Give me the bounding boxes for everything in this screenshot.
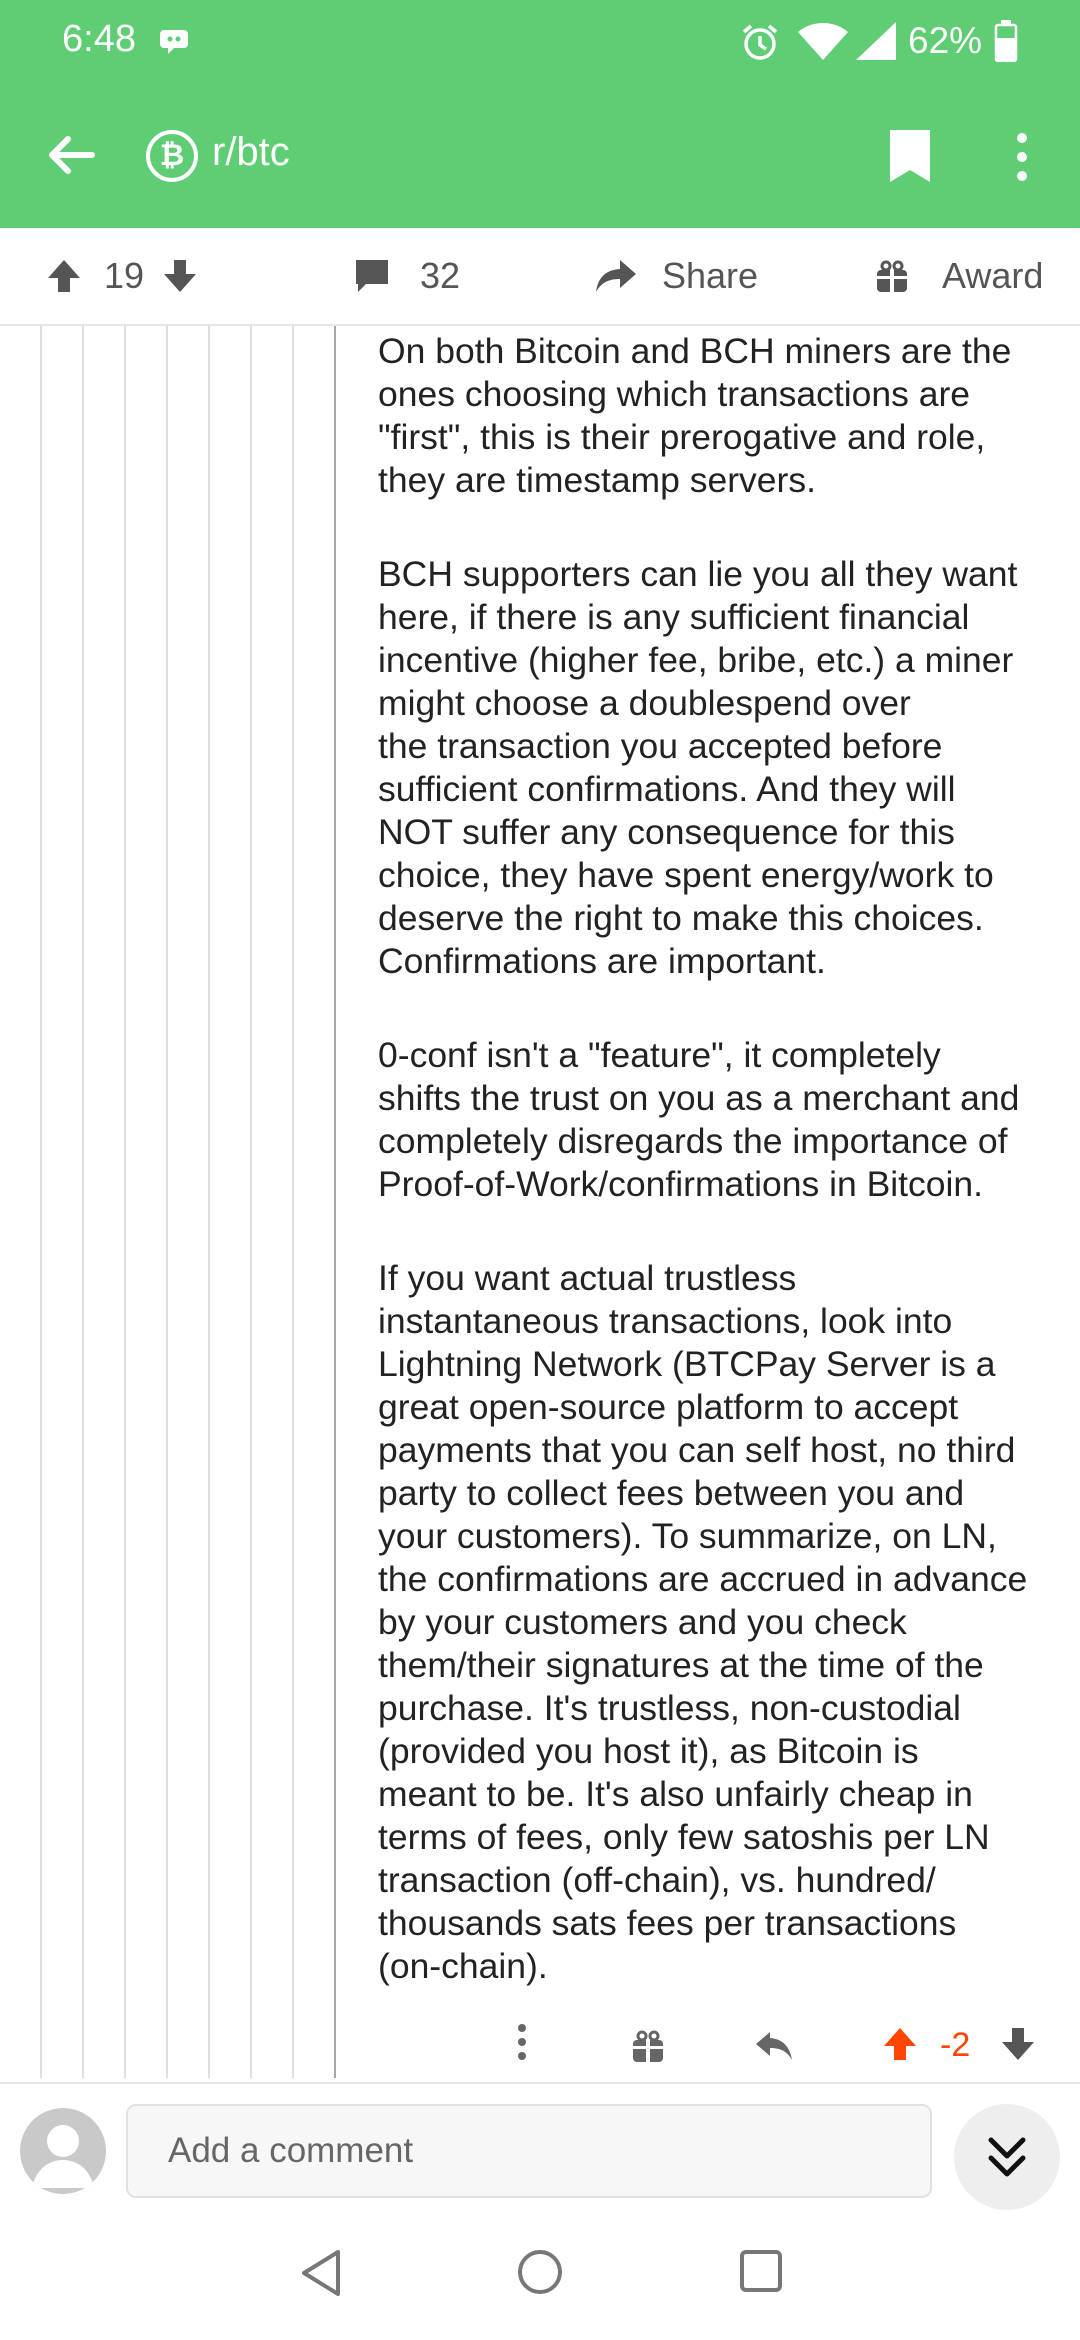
status-time: 6:48 xyxy=(62,18,136,60)
add-comment-input[interactable]: Add a comment xyxy=(126,2104,932,2198)
nav-recents-icon[interactable] xyxy=(738,2248,784,2299)
nav-home-icon[interactable] xyxy=(516,2248,564,2301)
comment-paragraph: If you want actual trustless instantaneo… xyxy=(378,1258,1028,1986)
post-score: 19 xyxy=(104,255,145,296)
battery-icon xyxy=(994,20,1018,67)
battery-percent: 62% xyxy=(908,20,983,61)
post-action-bar: 19 32 Share Award xyxy=(0,228,1080,326)
comment-bubble-icon xyxy=(352,256,392,296)
alarm-icon xyxy=(740,22,780,67)
thread-line xyxy=(124,326,126,2078)
double-chevron-down-icon xyxy=(987,2134,1027,2185)
status-bar: 6:48 62% xyxy=(0,0,1080,84)
comment-paragraph: BCH supporters can lie you all they want… xyxy=(378,554,1018,981)
thread-line xyxy=(40,326,42,2078)
signal-icon xyxy=(856,22,896,65)
share-label: Share xyxy=(662,255,759,296)
nav-back-icon[interactable] xyxy=(298,2248,344,2303)
comment-award-icon[interactable] xyxy=(630,2028,666,2088)
subreddit-icon[interactable]: ₿ xyxy=(146,130,198,182)
app-bar: ₿ r/btc xyxy=(0,110,1080,210)
post-vote-group: 19 xyxy=(44,228,200,324)
wifi-icon xyxy=(798,22,848,65)
gift-icon xyxy=(874,258,910,294)
comment-downvote-icon[interactable] xyxy=(998,2024,1038,2084)
thread-line xyxy=(250,326,252,2078)
app-header: 6:48 62% ₿ r/btc xyxy=(0,0,1080,228)
award-label: Award xyxy=(942,255,1044,296)
share-button[interactable]: Share xyxy=(594,228,758,324)
thread-line-active xyxy=(334,326,336,2078)
comment-upvote-icon[interactable] xyxy=(880,2024,920,2084)
comments-button[interactable]: 32 xyxy=(352,228,460,324)
thread-line xyxy=(292,326,294,2078)
comment-paragraph: 0-conf isn't a "feature", it completely … xyxy=(378,1035,1020,1204)
thread-line xyxy=(82,326,84,2078)
notification-icon xyxy=(160,26,196,61)
share-arrow-icon xyxy=(594,256,638,296)
subreddit-name[interactable]: r/btc xyxy=(212,130,290,175)
downvote-arrow-icon[interactable] xyxy=(160,256,200,296)
comment-paragraph: On both Bitcoin and BCH miners are the o… xyxy=(378,331,1012,500)
comment-body: On both Bitcoin and BCH miners are the o… xyxy=(378,330,1068,1988)
avatar[interactable] xyxy=(20,2108,106,2194)
comment-composer-bar: Add a comment xyxy=(0,2082,1080,2214)
thread-line xyxy=(166,326,168,2078)
comment-more-icon[interactable] xyxy=(508,2018,536,2078)
more-vert-icon[interactable] xyxy=(1010,130,1034,189)
reply-icon[interactable] xyxy=(754,2028,794,2088)
bookmark-icon[interactable] xyxy=(888,128,932,189)
award-button[interactable]: Award xyxy=(874,228,1043,324)
upvote-arrow-icon[interactable] xyxy=(44,256,84,296)
system-nav-bar xyxy=(0,2212,1080,2340)
expand-button[interactable] xyxy=(954,2104,1060,2210)
thread-line xyxy=(208,326,210,2078)
back-arrow-icon[interactable] xyxy=(44,128,98,187)
comment-score: -2 xyxy=(940,2026,971,2064)
comment-count: 32 xyxy=(420,255,461,296)
